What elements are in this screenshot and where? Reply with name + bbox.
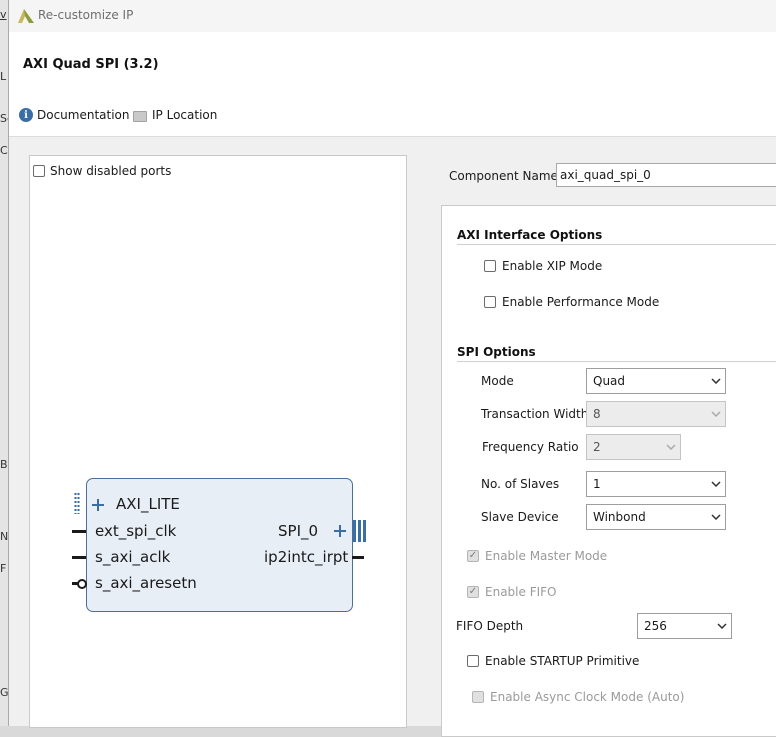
show-disabled-ports-label: Show disabled ports	[50, 164, 172, 178]
enable-master-mode-checkbox: Enable Master Mode	[467, 549, 607, 563]
no-of-slaves-label: No. of Slaves	[481, 477, 560, 491]
ip-symbol-panel: Show disabled ports AXI_LITE ext_spi_clk…	[29, 155, 407, 728]
recustomize-ip-dialog: Re-customize IP AXI Quad SPI (3.2) i Doc…	[8, 0, 776, 737]
enable-fifo-label: Enable FIFO	[485, 585, 557, 599]
chevron-down-icon	[713, 623, 731, 629]
enable-performance-mode-label: Enable Performance Mode	[502, 295, 660, 309]
ip-header: AXI Quad SPI (3.2) i Documentation IP Lo…	[9, 32, 776, 137]
drag-handle-icon[interactable]	[74, 492, 80, 514]
frequency-ratio-label: Frequency Ratio	[482, 440, 579, 454]
frequency-ratio-value: 2	[593, 440, 601, 454]
slave-device-dropdown[interactable]: Winbond	[586, 504, 726, 530]
enable-startup-primitive-label: Enable STARTUP Primitive	[485, 654, 640, 668]
chevron-down-icon	[707, 481, 725, 487]
enable-startup-primitive-checkbox[interactable]: Enable STARTUP Primitive	[467, 654, 639, 668]
checkbox-box[interactable]	[484, 260, 496, 272]
vivado-logo-icon	[18, 9, 34, 23]
mode-value: Quad	[593, 374, 626, 388]
enable-xip-mode-checkbox[interactable]: Enable XIP Mode	[484, 259, 602, 273]
bus-interface-label: AXI_LITE	[116, 495, 180, 513]
section-divider	[457, 244, 776, 245]
enable-performance-mode-checkbox[interactable]: Enable Performance Mode	[484, 295, 659, 309]
port-pin	[72, 530, 86, 533]
enable-fifo-checkbox: Enable FIFO	[467, 585, 556, 599]
ip-title: AXI Quad SPI (3.2)	[23, 57, 159, 72]
port-ext-spi-clk: ext_spi_clk	[95, 522, 177, 540]
port-s-axi-aresetn: s_axi_aresetn	[95, 574, 197, 592]
mode-label: Mode	[481, 374, 514, 388]
fifo-depth-value: 256	[644, 619, 667, 633]
bus-connector-icon	[353, 520, 366, 542]
ip-location-link[interactable]: IP Location	[133, 108, 217, 122]
axi-interface-options-title: AXI Interface Options	[457, 228, 603, 242]
transaction-width-value: 8	[593, 407, 601, 421]
ip-options-panel: AXI Interface Options Enable XIP Mode En…	[441, 205, 776, 737]
slave-device-label: Slave Device	[481, 510, 559, 524]
folder-icon	[133, 110, 147, 122]
documentation-link[interactable]: i Documentation	[19, 108, 130, 122]
port-pin	[72, 556, 86, 559]
checkbox-box[interactable]	[484, 296, 496, 308]
port-s-axi-aclk: s_axi_aclk	[95, 548, 171, 566]
dialog-title: Re-customize IP	[38, 8, 134, 22]
component-name-label: Component Name	[449, 169, 558, 183]
checkbox-box[interactable]	[467, 655, 479, 667]
chevron-down-icon	[707, 411, 725, 417]
expand-plus-icon[interactable]	[91, 498, 105, 512]
enable-async-clock-mode-checkbox: Enable Async Clock Mode (Auto)	[472, 690, 684, 704]
show-disabled-ports-checkbox[interactable]: Show disabled ports	[33, 164, 171, 178]
mode-dropdown[interactable]: Quad	[586, 368, 726, 394]
checkbox-box	[467, 586, 479, 598]
fifo-depth-dropdown[interactable]: 256	[637, 613, 732, 639]
active-low-bubble-icon	[77, 579, 87, 589]
checkbox-box[interactable]	[33, 165, 45, 177]
chevron-down-icon	[707, 514, 725, 520]
spi-options-title: SPI Options	[457, 345, 536, 359]
chevron-down-icon	[707, 378, 725, 384]
transaction-width-dropdown: 8	[586, 401, 726, 427]
enable-master-mode-label: Enable Master Mode	[485, 549, 608, 563]
port-ip2intc-irpt: ip2intc_irpt	[264, 548, 349, 566]
port-spi-0: SPI_0	[278, 522, 319, 540]
chevron-down-icon	[662, 444, 680, 450]
title-bar[interactable]: Re-customize IP	[9, 0, 776, 32]
ip-location-label: IP Location	[152, 108, 218, 122]
section-divider	[457, 361, 776, 362]
no-of-slaves-dropdown[interactable]: 1	[586, 471, 726, 497]
frequency-ratio-dropdown: 2	[586, 434, 681, 460]
port-pin	[352, 556, 364, 559]
component-name-input[interactable]	[556, 163, 776, 187]
enable-async-clock-mode-label: Enable Async Clock Mode (Auto)	[490, 690, 685, 704]
documentation-label: Documentation	[37, 108, 130, 122]
expand-plus-icon[interactable]	[333, 524, 347, 538]
info-icon: i	[19, 108, 33, 122]
transaction-width-label: Transaction Width	[481, 407, 589, 421]
enable-xip-mode-label: Enable XIP Mode	[502, 259, 603, 273]
checkbox-box	[472, 691, 484, 703]
checkbox-box	[467, 550, 479, 562]
no-of-slaves-value: 1	[593, 477, 601, 491]
fifo-depth-label: FIFO Depth	[456, 619, 524, 633]
slave-device-value: Winbond	[593, 510, 646, 524]
